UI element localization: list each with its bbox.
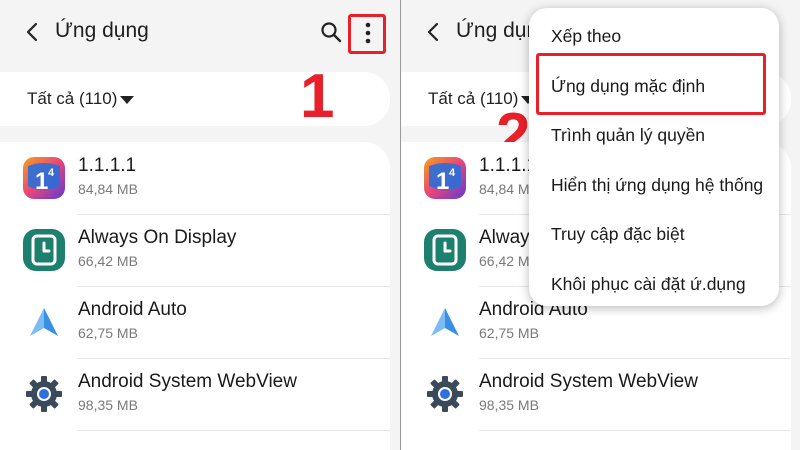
back-arrow-icon[interactable] [423, 20, 443, 44]
page-title: Ứng dụng [55, 19, 149, 42]
left-screen: Ứng dụng Tất cả (110) 1 1 4 1.1.1.1 84,8… [0, 0, 400, 450]
highlight-box-default-apps [536, 53, 766, 115]
svg-text:4: 4 [48, 167, 55, 179]
list-item[interactable]: 1 4 1.1.1.1 84,84 MB [0, 142, 390, 214]
app-size: 62,75 MB [78, 325, 138, 341]
app-size: 84,84 MB [78, 181, 138, 197]
always-on-display-icon [23, 229, 65, 271]
search-icon[interactable] [320, 21, 342, 43]
app-1111-icon: 1 4 [424, 157, 466, 199]
menu-item-show-system-apps[interactable]: Hiển thị ứng dụng hệ thống [551, 175, 763, 196]
webview-gear-icon [26, 376, 62, 412]
app-name: 1.1.1.1 [78, 155, 137, 176]
divider [479, 430, 791, 431]
app-name: Android Auto [78, 299, 187, 320]
app-size: 98,35 MB [479, 397, 539, 413]
app-1111-icon: 1 4 [23, 157, 65, 199]
app-name: Android System WebView [78, 371, 297, 392]
back-arrow-icon[interactable] [22, 20, 42, 44]
app-name: Always On Display [78, 227, 237, 248]
svg-text:1: 1 [436, 168, 449, 195]
app-list: 1 4 1.1.1.1 84,84 MB Always On Display 6… [0, 142, 390, 450]
always-on-display-icon [424, 229, 466, 271]
list-item[interactable]: Android System WebView 98,35 MB [401, 358, 791, 430]
app-size: 66,42 MB [78, 253, 138, 269]
app-size: 62,75 MB [479, 325, 539, 341]
list-item[interactable]: Android System WebView 98,35 MB [0, 358, 390, 430]
menu-item-permission-manager[interactable]: Trình quản lý quyền [551, 125, 705, 146]
svg-text:1: 1 [35, 168, 48, 195]
page-title: Ứng dụn [456, 19, 539, 42]
list-item[interactable]: Android Auto 62,75 MB [0, 286, 390, 358]
menu-item-reset-app-preferences[interactable]: Khôi phục cài đặt ứ.dụng [551, 274, 746, 295]
step-number-1: 1 [300, 62, 335, 131]
webview-gear-icon [427, 376, 463, 412]
highlight-box-more [348, 14, 386, 54]
divider [78, 430, 390, 431]
android-auto-icon [431, 308, 459, 336]
android-auto-icon [30, 308, 58, 336]
app-name: Alway [479, 227, 530, 248]
svg-text:4: 4 [449, 167, 456, 179]
list-item[interactable]: Always On Display 66,42 MB [0, 214, 390, 286]
app-name: Android System WebView [479, 371, 698, 392]
dropdown-caret-icon[interactable] [120, 96, 134, 104]
filter-dropdown-label[interactable]: Tất cả (110) [27, 89, 117, 109]
app-bar: Ứng dụng [0, 0, 400, 66]
menu-item-sort[interactable]: Xếp theo [551, 26, 621, 47]
menu-item-special-access[interactable]: Truy cập đặc biệt [551, 224, 685, 245]
app-size: 98,35 MB [78, 397, 138, 413]
